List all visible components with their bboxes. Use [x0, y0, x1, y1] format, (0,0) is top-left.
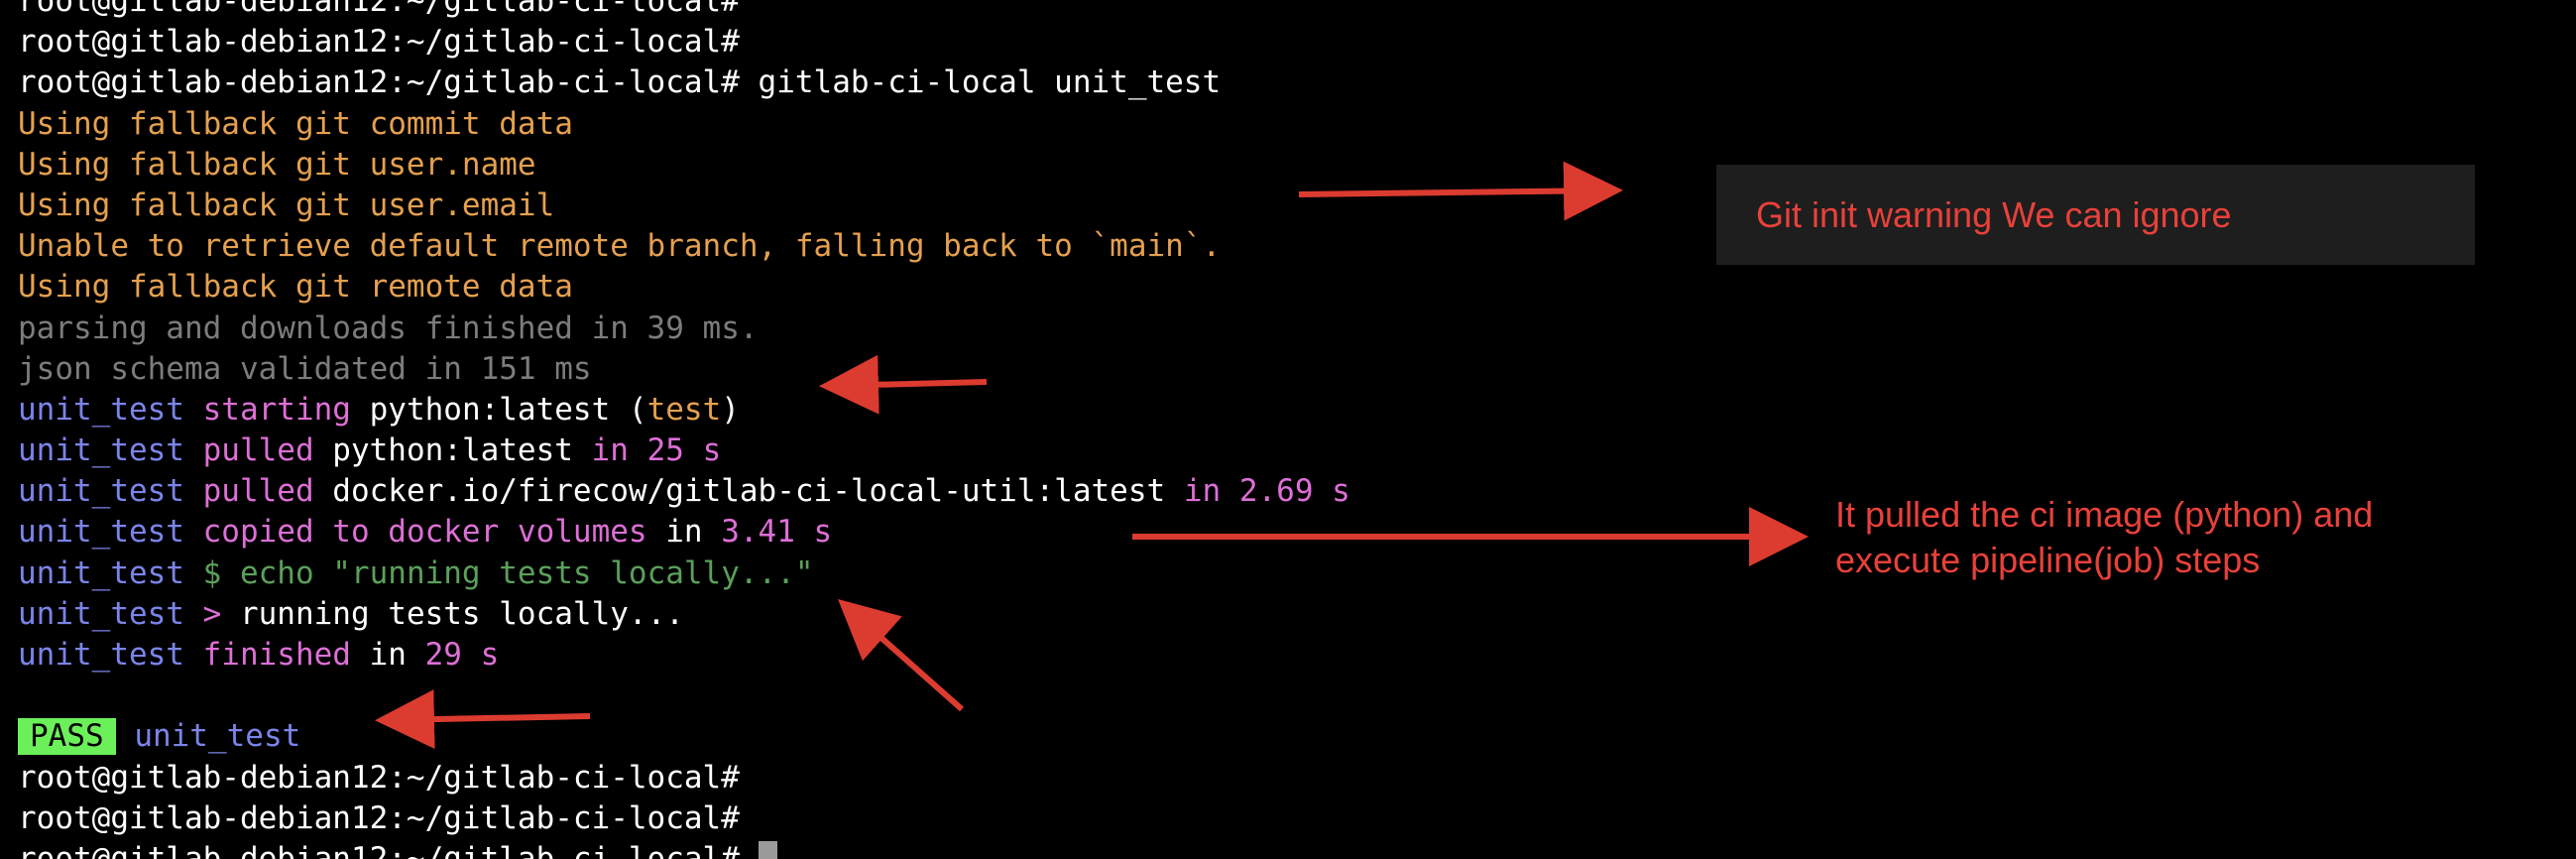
terminal-line: parsing and downloads finished in 39 ms. — [18, 308, 1350, 349]
terminal-text: running tests locally... — [239, 595, 684, 632]
terminal-line: unit_test finished in 29 s — [18, 635, 1350, 675]
terminal-text: 29 s — [424, 637, 500, 673]
block-cursor-icon — [758, 840, 777, 859]
terminal-text: Using fallback git user.email — [18, 186, 555, 223]
terminal-line: Using fallback git remote data — [18, 267, 1350, 307]
terminal-line: unit_test $ echo "running tests locally.… — [18, 553, 1350, 594]
terminal-text: > — [202, 595, 240, 632]
terminal-text: json schema validated in 151 ms — [18, 350, 592, 387]
terminal-line: root@gitlab-debian12:~/gitlab-ci-local# … — [18, 62, 1350, 103]
terminal-line: json schema validated in 151 ms — [18, 349, 1350, 390]
terminal-text: root@gitlab-debian12:~/gitlab-ci-local# — [18, 0, 740, 19]
terminal-text: root@gitlab-debian12:~/gitlab-ci-local# — [18, 840, 759, 859]
terminal-text: pulled — [202, 432, 333, 469]
terminal-line: Using fallback git commit data — [18, 104, 1350, 145]
terminal-text: unit_test — [18, 514, 203, 551]
terminal-line: unit_test > running tests locally... — [18, 594, 1350, 635]
terminal-text: Using fallback git commit data — [18, 105, 573, 142]
terminal-text: 2.69 s — [1238, 473, 1350, 510]
terminal-line: PASS unit_test — [18, 716, 1350, 757]
pass-badge: PASS — [18, 718, 116, 756]
terminal-text: in — [369, 637, 425, 673]
terminal-text: python:latest — [332, 432, 592, 469]
terminal-line: unit_test pulled python:latest in 25 s — [18, 430, 1350, 471]
terminal-line: root@gitlab-debian12:~/gitlab-ci-local# — [18, 22, 1350, 62]
terminal-text: root@gitlab-debian12:~/gitlab-ci-local# — [18, 759, 740, 796]
terminal-text: unit_test — [18, 595, 203, 632]
terminal-text: python:latest ( — [369, 391, 647, 428]
terminal-text: finished — [202, 637, 370, 673]
terminal-text: Using fallback git remote data — [18, 269, 573, 306]
terminal-text: $ echo "running tests locally..." — [202, 554, 814, 591]
terminal-text: in — [665, 514, 722, 551]
terminal-text: 25 s — [646, 432, 722, 469]
terminal-text: in — [591, 432, 647, 469]
terminal-line: root@gitlab-debian12:~/gitlab-ci-local# — [18, 758, 1350, 798]
terminal-line: unit_test starting python:latest (test) — [18, 390, 1350, 430]
terminal-text: in — [1183, 473, 1239, 510]
terminal-window[interactable]: root@gitlab-debian12:~/gitlab-ci-local# r… — [0, 0, 2576, 859]
pull-annotation-text: It pulled the ci image (python) and exec… — [1835, 492, 2549, 583]
terminal-line: root@gitlab-debian12:~/gitlab-ci-local# — [18, 798, 1350, 839]
warning-annotation-text: Git init warning We can ignore — [1756, 194, 2232, 235]
terminal-output: root@gitlab-debian12:~/gitlab-ci-local# r… — [18, 0, 1350, 859]
terminal-text: copied to docker volumes — [202, 514, 666, 551]
terminal-line: Using fallback git user.email — [18, 185, 1350, 226]
terminal-line: Using fallback git user.name — [18, 145, 1350, 185]
terminal-text: unit_test — [18, 473, 203, 510]
terminal-text: docker.io/firecow/gitlab-ci-local-util:l… — [332, 473, 1184, 510]
terminal-text: Unable to retrieve default remote branch… — [18, 228, 1222, 265]
terminal-text: ) — [721, 391, 740, 428]
terminal-text: test — [646, 391, 722, 428]
terminal-text: starting — [202, 391, 370, 428]
terminal-text: pulled — [202, 473, 333, 510]
terminal-line: root@gitlab-debian12:~/gitlab-ci-local# — [18, 0, 1350, 22]
terminal-text: unit_test — [18, 432, 203, 469]
terminal-line: root@gitlab-debian12:~/gitlab-ci-local# — [18, 839, 1350, 859]
terminal-text: root@gitlab-debian12:~/gitlab-ci-local# — [18, 799, 740, 836]
terminal-text: unit_test — [115, 718, 301, 755]
terminal-text: root@gitlab-debian12:~/gitlab-ci-local# — [18, 24, 740, 61]
terminal-line: Unable to retrieve default remote branch… — [18, 226, 1350, 267]
pull-annotation-line-2: execute pipeline(job) steps — [1835, 540, 2261, 580]
terminal-text: parsing and downloads finished in 39 ms. — [18, 309, 759, 346]
warning-annotation-box: Git init warning We can ignore — [1716, 165, 2475, 265]
pull-annotation-line-1: It pulled the ci image (python) and — [1835, 494, 2374, 535]
terminal-text: unit_test — [18, 391, 203, 428]
terminal-text: 3.41 s — [721, 514, 833, 551]
terminal-text: unit_test — [18, 637, 203, 673]
terminal-text: root@gitlab-debian12:~/gitlab-ci-local# … — [18, 64, 1222, 101]
terminal-text: Using fallback git user.name — [18, 146, 536, 183]
terminal-line: unit_test copied to docker volumes in 3.… — [18, 512, 1350, 552]
terminal-text: unit_test — [18, 554, 203, 591]
terminal-line: unit_test pulled docker.io/firecow/gitla… — [18, 471, 1350, 512]
